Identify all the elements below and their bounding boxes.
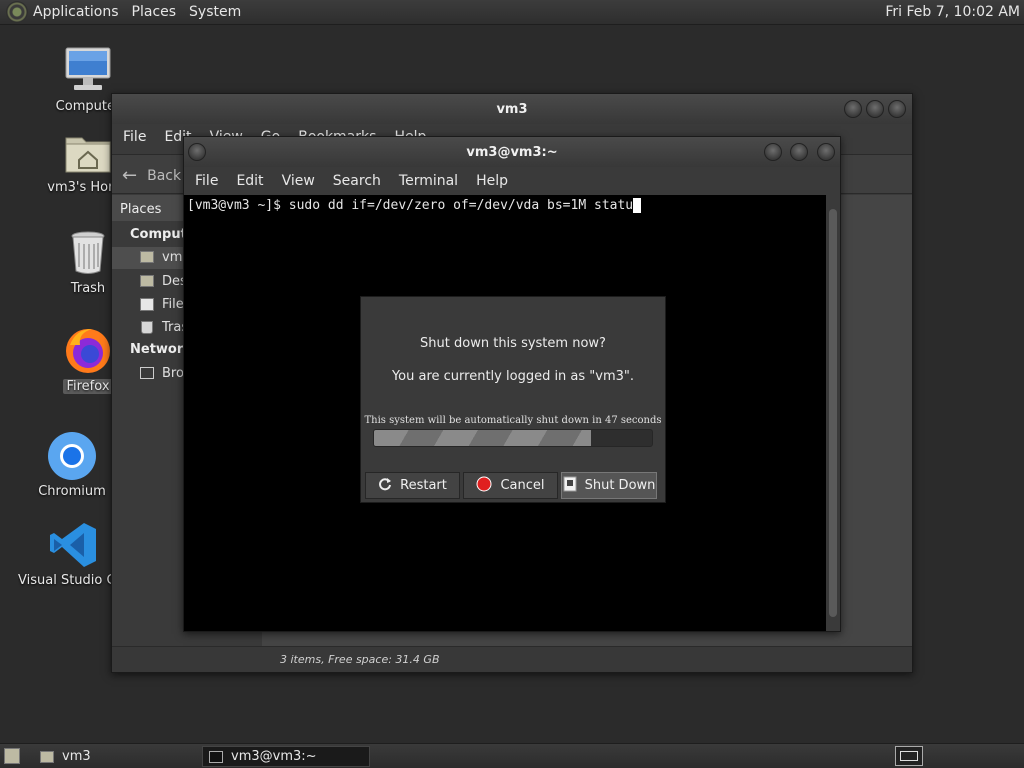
menu-search[interactable]: Search	[333, 173, 381, 189]
bottom-panel: vm3 vm3@vm3:~	[0, 743, 1024, 768]
terminal-titlebar[interactable]: vm3@vm3:~	[184, 137, 840, 167]
menu-edit[interactable]: Edit	[236, 173, 263, 189]
cancel-icon	[476, 476, 492, 496]
minimize-button[interactable]	[764, 143, 782, 161]
window-title: vm3	[496, 101, 528, 117]
cancel-label: Cancel	[500, 478, 545, 493]
terminal-icon	[209, 750, 223, 763]
network-icon	[140, 367, 154, 379]
monitor-icon	[33, 45, 143, 97]
sidebar-item-trash[interactable]: Trash	[112, 317, 184, 339]
shut-down-icon	[563, 476, 577, 496]
dialog-buttons: Restart Cancel Shut Down	[365, 472, 663, 499]
taskbar-item-terminal[interactable]: vm3@vm3:~	[202, 746, 370, 767]
shutdown-progress-bar	[373, 429, 653, 447]
sidebar-item-desktop[interactable]: Desktop	[112, 271, 184, 293]
menu-file[interactable]: File	[123, 129, 146, 145]
scrollbar-thumb[interactable]	[829, 209, 837, 617]
shutdown-dialog: Shut down this system now? You are curre…	[360, 296, 666, 503]
dialog-question: Shut down this system now?	[420, 336, 606, 351]
terminal-scrollbar[interactable]	[826, 195, 840, 631]
back-arrow-icon: ←	[122, 165, 138, 186]
home-folder-icon	[40, 750, 54, 763]
menu-view[interactable]: View	[282, 173, 315, 189]
close-button[interactable]	[817, 143, 835, 161]
terminal-menubar: File Edit View Search Terminal Help	[184, 167, 840, 195]
restart-label: Restart	[400, 478, 447, 493]
taskbar-item-vm3[interactable]: vm3	[34, 746, 194, 767]
menu-terminal[interactable]: Terminal	[399, 173, 458, 189]
maximize-button[interactable]	[790, 143, 808, 161]
countdown-text: This system will be automatically shut d…	[364, 415, 662, 426]
terminal-command-line: [vm3@vm3 ~]$ sudo dd if=/dev/zero of=/de…	[187, 198, 634, 213]
sidebar-item-browse-network[interactable]: Browse Network	[112, 363, 184, 385]
menu-file[interactable]: File	[195, 173, 218, 189]
restart-button[interactable]: Restart	[365, 472, 460, 499]
applications-menu[interactable]: Applications	[33, 4, 119, 20]
places-menu[interactable]: Places	[132, 4, 177, 20]
top-panel: Applications Places System Fri Feb 7, 10…	[0, 0, 1024, 25]
workspace-icon	[900, 751, 918, 761]
system-menu[interactable]: System	[189, 4, 241, 20]
close-button[interactable]	[888, 100, 906, 118]
dialog-logged-in-text: You are currently logged in as "vm3".	[391, 369, 635, 384]
drive-icon	[140, 298, 154, 311]
taskbar-item-label: vm3@vm3:~	[231, 749, 317, 764]
back-button[interactable]: ← Back	[122, 165, 181, 186]
window-title: vm3@vm3:~	[466, 144, 558, 160]
sidebar-item-label: vm3	[162, 250, 184, 265]
menu-logo-icon[interactable]	[6, 1, 28, 23]
show-desktop-icon[interactable]	[4, 748, 20, 764]
shut-down-button[interactable]: Shut Down	[561, 472, 657, 499]
desktop-icon-label: Firefox	[63, 379, 113, 394]
progress-fill	[374, 430, 591, 446]
places-sidebar: Places Computer vm3 Desktop File System …	[112, 195, 202, 646]
shut-down-label: Shut Down	[584, 478, 656, 493]
text-cursor	[633, 198, 642, 213]
sidebar-item-label: File System	[162, 297, 184, 312]
file-manager-titlebar[interactable]: vm3	[112, 94, 912, 124]
sidebar-item-vm3[interactable]: vm3	[112, 247, 184, 269]
window-menu-button[interactable]	[188, 143, 206, 161]
trash-icon	[141, 321, 153, 334]
taskbar-item-label: vm3	[62, 749, 91, 764]
sidebar-item-filesystem[interactable]: File System	[112, 294, 184, 316]
home-folder-icon	[140, 251, 154, 263]
sidebar-item-label: Browse Network	[162, 366, 184, 381]
sidebar-item-label: Desktop	[162, 274, 184, 289]
maximize-button[interactable]	[866, 100, 884, 118]
clock[interactable]: Fri Feb 7, 10:02 AM	[885, 4, 1020, 20]
places-header-label: Places	[120, 202, 162, 217]
status-text: 3 items, Free space: 31.4 GB	[280, 653, 440, 666]
desktop-folder-icon	[140, 275, 154, 287]
sidebar-item-label: Trash	[162, 320, 184, 335]
minimize-button[interactable]	[844, 100, 862, 118]
status-bar: 3 items, Free space: 31.4 GB	[112, 646, 912, 672]
menu-help[interactable]: Help	[476, 173, 508, 189]
back-label: Back	[147, 167, 182, 184]
workspace-switcher[interactable]	[895, 746, 923, 766]
restart-icon	[378, 477, 392, 495]
cancel-button[interactable]: Cancel	[463, 472, 558, 499]
places-header[interactable]: Places	[112, 195, 184, 221]
